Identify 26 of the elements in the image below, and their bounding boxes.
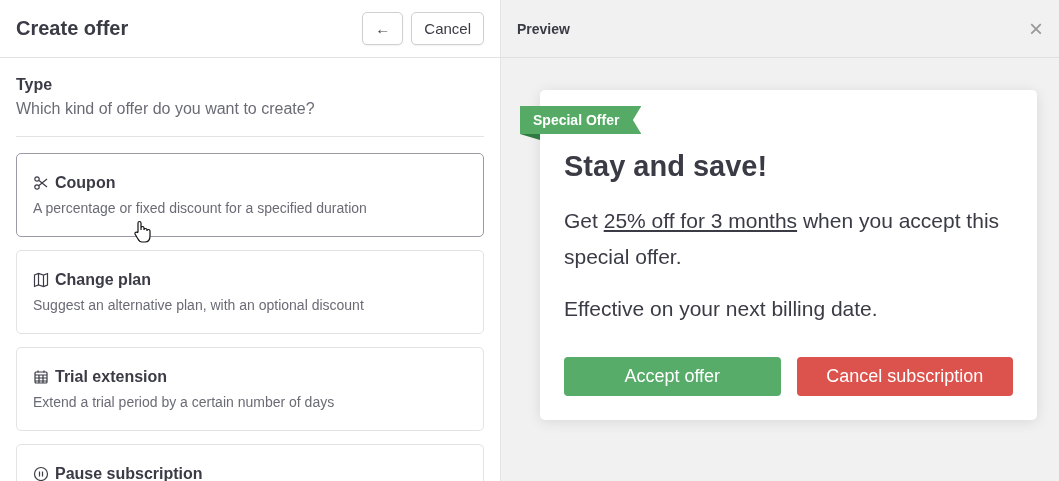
option-title: Coupon [55,174,116,192]
offer-highlight: 25% off for 3 months [603,209,798,232]
offer-note: Effective on your next billing date. [564,296,879,322]
offer-type-option[interactable]: Trial extension Extend a trial period by a certain number of days [16,347,484,431]
hand-cursor-icon [132,220,152,244]
cancel-button[interactable]: Cancel [411,12,484,45]
pause-icon [33,466,49,481]
map-icon [33,272,49,288]
section-hint: Which kind of offer do you want to create? [16,100,316,118]
preview-title: Preview [517,20,570,37]
offer-heading: Stay and save! [564,150,769,183]
option-description: Suggest an alternative plan, with an optional discount [33,297,365,313]
ribbon-fold-icon [520,134,540,140]
scissors-icon [33,175,49,191]
option-description: Extend a trial period by a certain number of days [33,394,336,410]
offer-text: Get 25% off for 3 months when you accept this special offer. [564,208,1001,270]
option-title: Change plan [55,271,151,289]
decline-button[interactable]: Cancel subscription [796,357,1013,396]
section-label: Type [16,76,54,94]
calendar-icon [33,369,49,385]
option-description: A percentage or fixed discount for a specified duration [33,200,368,216]
back-button[interactable]: ← [362,12,404,45]
panel-title: Create offer [16,17,130,40]
offer-type-option[interactable]: Change plan Suggest an alternative plan, with an optional discount [16,250,484,334]
offer-ribbon: Special Offer [520,106,642,134]
option-title: Trial extension [55,368,168,386]
